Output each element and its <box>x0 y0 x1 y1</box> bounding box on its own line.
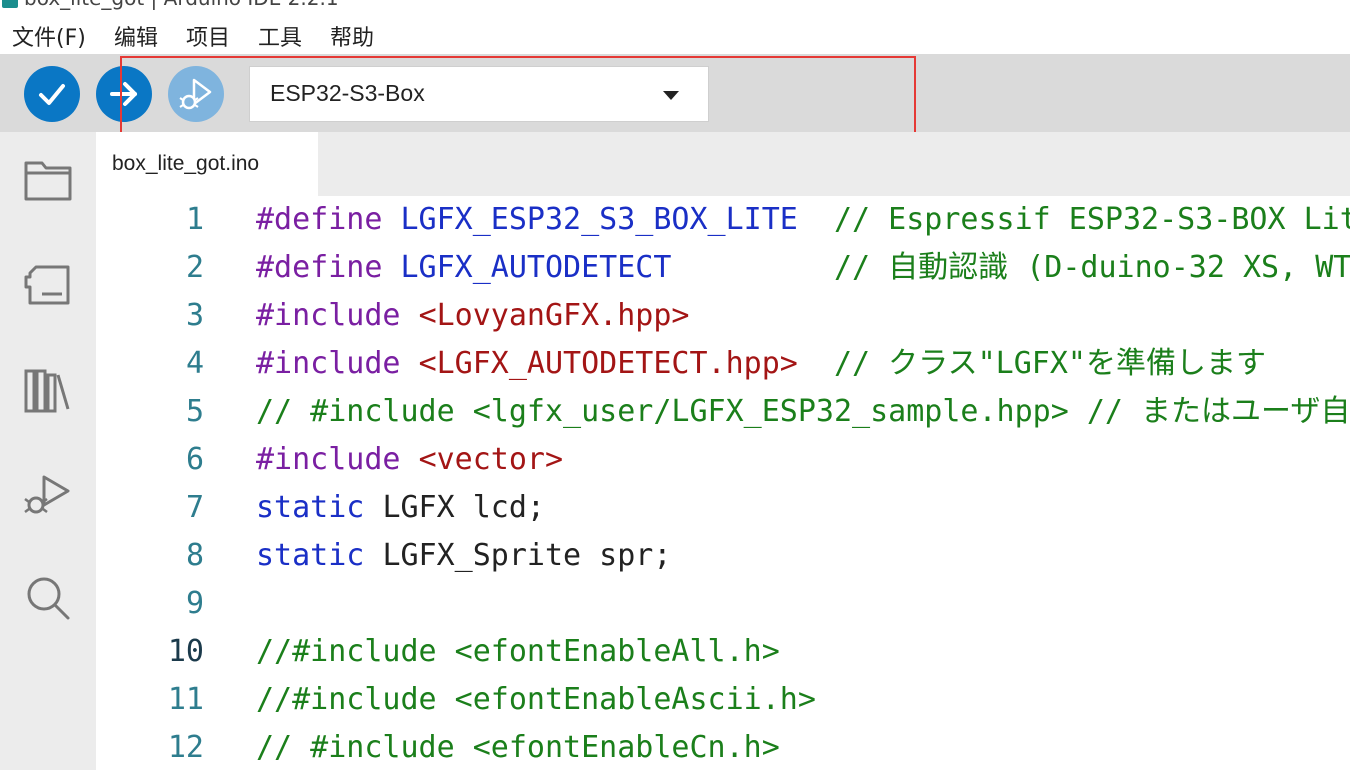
line-number: 1 <box>185 202 204 237</box>
search-icon <box>27 577 70 620</box>
code-token: #define <box>256 250 401 285</box>
debugger-button[interactable] <box>20 466 76 522</box>
code-line[interactable]: 1 #define LGFX_ESP32_S3_BOX_LITE // Espre… <box>96 196 1350 244</box>
board-manager-icon <box>24 265 70 305</box>
debug-button[interactable] <box>168 66 224 122</box>
code-editor[interactable]: 1 #define LGFX_ESP32_S3_BOX_LITE // Espre… <box>96 196 1350 770</box>
code-line[interactable]: 11 //#include <efontEnableAscii.h> <box>96 676 1350 724</box>
upload-button[interactable] <box>96 66 152 122</box>
code-token: #include <box>256 298 419 333</box>
verify-button[interactable] <box>24 66 80 122</box>
code-text: static LGFX_Sprite spr; <box>256 532 671 580</box>
code-text: // #include <efontEnableCn.h> <box>256 724 780 770</box>
code-token: #include <box>256 346 419 381</box>
line-number: 4 <box>185 346 204 381</box>
code-text: //#include <efontEnableAscii.h> <box>256 676 816 724</box>
board-selector-label: ESP32-S3-Box <box>270 80 425 106</box>
line-number: 5 <box>185 394 204 429</box>
window-titlebar: box_lite_got | Arduino IDE 2.2.1 <box>0 0 1350 14</box>
search-button[interactable] <box>20 570 76 626</box>
chevron-down-icon <box>663 91 679 100</box>
code-text: #include <vector> <box>256 436 563 484</box>
code-token: // #include <lgfx_user/LGFX_ESP32_sample… <box>256 394 1350 429</box>
code-token: #define <box>256 202 401 237</box>
code-line[interactable]: 5 // #include <lgfx_user/LGFX_ESP32_sampl… <box>96 388 1350 436</box>
code-line[interactable]: 10 //#include <efontEnableAll.h> <box>96 628 1350 676</box>
code-line[interactable]: 6 #include <vector> <box>96 436 1350 484</box>
line-number: 11 <box>167 682 204 717</box>
checkmark-icon <box>39 84 65 105</box>
code-token: LGFX_Sprite spr; <box>382 538 672 573</box>
library-manager-button[interactable] <box>20 362 76 418</box>
boards-manager-button[interactable] <box>20 258 76 314</box>
window-title: box_lite_got | Arduino IDE 2.2.1 <box>24 0 339 10</box>
line-number: 2 <box>185 250 204 285</box>
line-number: 8 <box>185 538 204 573</box>
code-line[interactable]: 9 <box>96 580 1350 628</box>
debug-icon <box>179 78 212 110</box>
line-number: 3 <box>185 298 204 333</box>
tab-box-lite-got[interactable]: box_lite_got.ino <box>96 132 318 196</box>
code-token: #include <box>256 442 419 477</box>
editor-tabs: box_lite_got.ino <box>96 132 1350 196</box>
code-text: #define LGFX_AUTODETECT // 自動認識 (D-duino… <box>256 244 1350 292</box>
code-token: LGFX_AUTODETECT <box>400 250 672 285</box>
arrow-right-icon <box>110 82 137 106</box>
tab-label: box_lite_got.ino <box>112 152 260 175</box>
line-number: 10 <box>167 634 204 669</box>
code-token: // 自動認識 (D-duino-32 XS, WT32-SC01, PyBad… <box>834 250 1350 285</box>
sketchbook-button[interactable] <box>20 152 76 208</box>
arduino-app-icon <box>2 0 18 8</box>
code-token: static <box>256 538 383 573</box>
code-token: <vector> <box>418 442 564 477</box>
library-icon <box>24 369 70 413</box>
code-text: // #include <lgfx_user/LGFX_ESP32_sample… <box>256 388 1350 436</box>
line-number: 9 <box>185 586 204 621</box>
activity-sidebar <box>0 132 96 770</box>
menu-file[interactable]: 文件(F) <box>12 20 86 52</box>
toolbar: ESP32-S3-Box <box>0 54 1350 132</box>
code-line[interactable]: 4 #include <LGFX_AUTODETECT.hpp> // クラス"L… <box>96 340 1350 388</box>
menu-edit[interactable]: 编辑 <box>114 20 158 52</box>
code-line[interactable]: 3 #include <LovyanGFX.hpp> <box>96 292 1350 340</box>
line-number: 7 <box>185 490 204 525</box>
code-token: LGFX_ESP32_S3_BOX_LITE <box>400 202 798 237</box>
code-text: #define LGFX_ESP32_S3_BOX_LITE // Espres… <box>256 196 1350 244</box>
debug-icon <box>24 475 70 514</box>
code-line[interactable]: 12 // #include <efontEnableCn.h> <box>96 724 1350 770</box>
code-token: LGFX lcd; <box>382 490 545 525</box>
code-line[interactable]: 2 #define LGFX_AUTODETECT // 自動認識 (D-duin… <box>96 244 1350 292</box>
code-token: static <box>256 490 383 525</box>
code-token: //#include <efontEnableAscii.h> <box>256 682 816 717</box>
menu-tools[interactable]: 工具 <box>258 20 302 52</box>
menu-bar: 文件(F) 编辑 项目 工具 帮助 <box>0 14 1350 54</box>
code-text: #include <LovyanGFX.hpp> <box>256 292 690 340</box>
code-token: //#include <efontEnableAll.h> <box>256 634 780 669</box>
line-number: 6 <box>185 442 204 477</box>
code-line[interactable]: 8 static LGFX_Sprite spr; <box>96 532 1350 580</box>
code-text: #include <LGFX_AUTODETECT.hpp> // クラス"LG… <box>256 340 1266 388</box>
board-selector[interactable]: ESP32-S3-Box <box>249 66 709 122</box>
code-token: // クラス"LGFX"を準備します <box>833 346 1266 381</box>
menu-help[interactable]: 帮助 <box>330 20 374 52</box>
line-number: 12 <box>167 730 204 765</box>
code-token: <LovyanGFX.hpp> <box>418 298 690 333</box>
code-text: //#include <efontEnableAll.h> <box>256 628 780 676</box>
code-token: // #include <efontEnableCn.h> <box>256 730 780 765</box>
menu-sketch[interactable]: 项目 <box>186 20 230 52</box>
folder-icon <box>24 161 72 201</box>
code-token: <LGFX_AUTODETECT.hpp> <box>418 346 798 381</box>
code-text: static LGFX lcd; <box>256 484 545 532</box>
code-line[interactable]: 7 static LGFX lcd; <box>96 484 1350 532</box>
code-token: // Espressif ESP32-S3-BOX Lite <box>833 202 1350 237</box>
